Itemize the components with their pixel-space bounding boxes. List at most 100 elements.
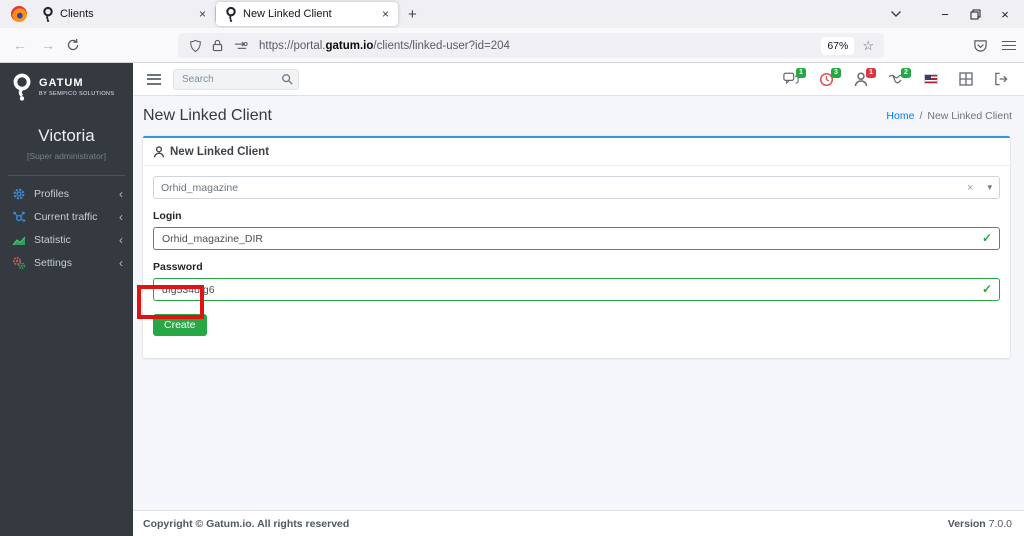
sidebar-item-profiles[interactable]: Profiles ‹	[0, 182, 133, 205]
sign-out-icon	[995, 72, 1008, 86]
menu-icon[interactable]	[1002, 38, 1016, 53]
url-domain: gatum.io	[325, 39, 374, 52]
card-title: New Linked Client	[170, 145, 270, 158]
login-label: Login	[153, 210, 182, 222]
breadcrumb-home-link[interactable]: Home	[886, 110, 914, 122]
window-minimize-button[interactable]: −	[930, 0, 960, 28]
password-label: Password	[153, 261, 203, 273]
gatum-favicon-icon	[226, 6, 236, 22]
sidebar-item-label: Settings	[34, 256, 72, 269]
sidebar-divider	[8, 175, 125, 176]
version-label: Version	[947, 517, 986, 530]
language-flag-icon[interactable]	[922, 70, 940, 88]
app-navbar: 1 3 1 2	[133, 63, 1024, 96]
chevron-left-icon: ‹	[119, 255, 123, 270]
password-input[interactable]	[153, 278, 1000, 301]
connections-badge: 2	[901, 68, 911, 78]
client-select[interactable]: Orhid_magazine × ▾	[153, 176, 1000, 199]
tab-title: Clients	[60, 8, 94, 20]
gatum-logo-icon	[13, 73, 31, 101]
window-close-button[interactable]: ×	[990, 0, 1020, 28]
copyright-text: Copyright © Gatum.io. All rights reserve…	[143, 517, 350, 530]
valid-check-icon: ✓	[981, 231, 992, 245]
alerts-icon[interactable]: 3	[817, 68, 841, 88]
select-caret-icon[interactable]: ▾	[987, 182, 992, 193]
chevron-left-icon: ‹	[119, 209, 123, 224]
user-icon	[153, 145, 165, 157]
brand-logo[interactable]: GATUM BY SEMPICO SOLUTIONS	[0, 63, 133, 110]
users-icon[interactable]: 1	[852, 68, 876, 88]
lock-icon[interactable]	[212, 39, 223, 52]
card-header: New Linked Client	[143, 138, 1010, 166]
tab-clients[interactable]: Clients ×	[33, 0, 215, 28]
logout-icon[interactable]	[992, 70, 1010, 88]
extension-icon[interactable]	[973, 39, 988, 53]
app-footer: Copyright © Gatum.io. All rights reserve…	[133, 510, 1024, 536]
version-text: Version 7.0.0	[948, 518, 1012, 530]
connections-icon[interactable]: 2	[887, 68, 911, 88]
breadcrumb: Home / New Linked Client	[886, 110, 1012, 122]
relay-icon[interactable]	[233, 41, 248, 51]
users-badge: 1	[866, 68, 876, 78]
shield-icon[interactable]	[189, 39, 202, 53]
chats-badge: 1	[796, 68, 806, 78]
url-bar[interactable]: https://portal.gatum.io/clients/linked-u…	[178, 33, 884, 58]
back-icon[interactable]: ←	[6, 37, 34, 53]
grid-icon	[959, 72, 973, 86]
search-icon[interactable]	[281, 73, 293, 85]
page-title: New Linked Client	[143, 107, 272, 124]
breadcrumb-current: New Linked Client	[927, 110, 1012, 122]
chats-icon[interactable]: 1	[782, 68, 806, 88]
url-path: /clients/linked-user?id=204	[373, 39, 510, 52]
window-restore-button[interactable]	[960, 0, 990, 28]
sidebar-toggle-icon[interactable]	[147, 71, 161, 87]
new-linked-client-card: New Linked Client Orhid_magazine × ▾ Log…	[143, 136, 1010, 358]
select-clear-icon[interactable]: ×	[967, 182, 973, 194]
new-tab-button[interactable]: +	[398, 6, 427, 23]
user-role: [Super administrator]	[27, 151, 106, 161]
login-input[interactable]	[153, 227, 1000, 250]
breadcrumb-separator: /	[919, 110, 923, 122]
tab-close-icon[interactable]: ×	[199, 7, 206, 21]
tab-new-linked-client[interactable]: New Linked Client ×	[216, 2, 398, 26]
profiles-gear-icon	[13, 188, 25, 199]
url-prefix: https://portal.	[259, 39, 326, 52]
browser-titlebar: Clients × New Linked Client × + − ×	[0, 0, 1024, 28]
chevron-left-icon: ‹	[119, 232, 123, 247]
traffic-hub-icon	[13, 211, 26, 222]
page-zoom-badge[interactable]: 67%	[821, 36, 855, 55]
tab-close-icon[interactable]: ×	[382, 7, 389, 21]
browser-toolbar: ← → https://portal.gatum.io/clients/link…	[0, 28, 1024, 63]
tab-title: New Linked Client	[243, 8, 332, 20]
brand-tagline: BY SEMPICO SOLUTIONS	[39, 91, 115, 97]
forward-icon[interactable]: →	[34, 37, 62, 53]
alerts-badge: 3	[831, 68, 841, 78]
sidebar-item-statistic[interactable]: Statistic ‹	[0, 228, 133, 251]
chevron-left-icon: ‹	[119, 186, 123, 201]
gatum-favicon-icon	[43, 6, 53, 22]
app-window: GATUM BY SEMPICO SOLUTIONS Victoria [Sup…	[0, 63, 1024, 536]
sidebar-item-label: Profiles	[34, 187, 70, 200]
sidebar-item-settings[interactable]: Settings ‹	[0, 251, 133, 274]
valid-check-icon: ✓	[981, 282, 992, 296]
url-text[interactable]: https://portal.gatum.io/clients/linked-u…	[259, 40, 510, 52]
statistic-chart-icon	[12, 236, 26, 245]
firefox-icon[interactable]	[11, 6, 27, 22]
reload-icon[interactable]	[66, 38, 80, 52]
client-select-value: Orhid_magazine	[161, 181, 239, 194]
sidebar-item-current-traffic[interactable]: Current traffic ‹	[0, 205, 133, 228]
settings-gears-icon	[12, 256, 26, 269]
user-name: Victoria	[38, 126, 95, 145]
apps-grid-icon[interactable]	[957, 70, 975, 88]
bookmark-star-icon[interactable]: ☆	[862, 38, 874, 54]
sidebar: GATUM BY SEMPICO SOLUTIONS Victoria [Sup…	[0, 63, 133, 536]
sidebar-item-label: Statistic	[34, 233, 71, 246]
create-button[interactable]: Create	[153, 314, 207, 336]
version-value: 7.0.0	[988, 517, 1012, 530]
restore-icon	[970, 9, 980, 19]
brand-name: GATUM	[39, 77, 84, 89]
search-box	[173, 68, 299, 90]
us-flag-icon	[924, 74, 938, 84]
chevron-down-icon[interactable]	[890, 10, 902, 18]
content-area: New Linked Client Home / New Linked Clie…	[133, 96, 1024, 510]
